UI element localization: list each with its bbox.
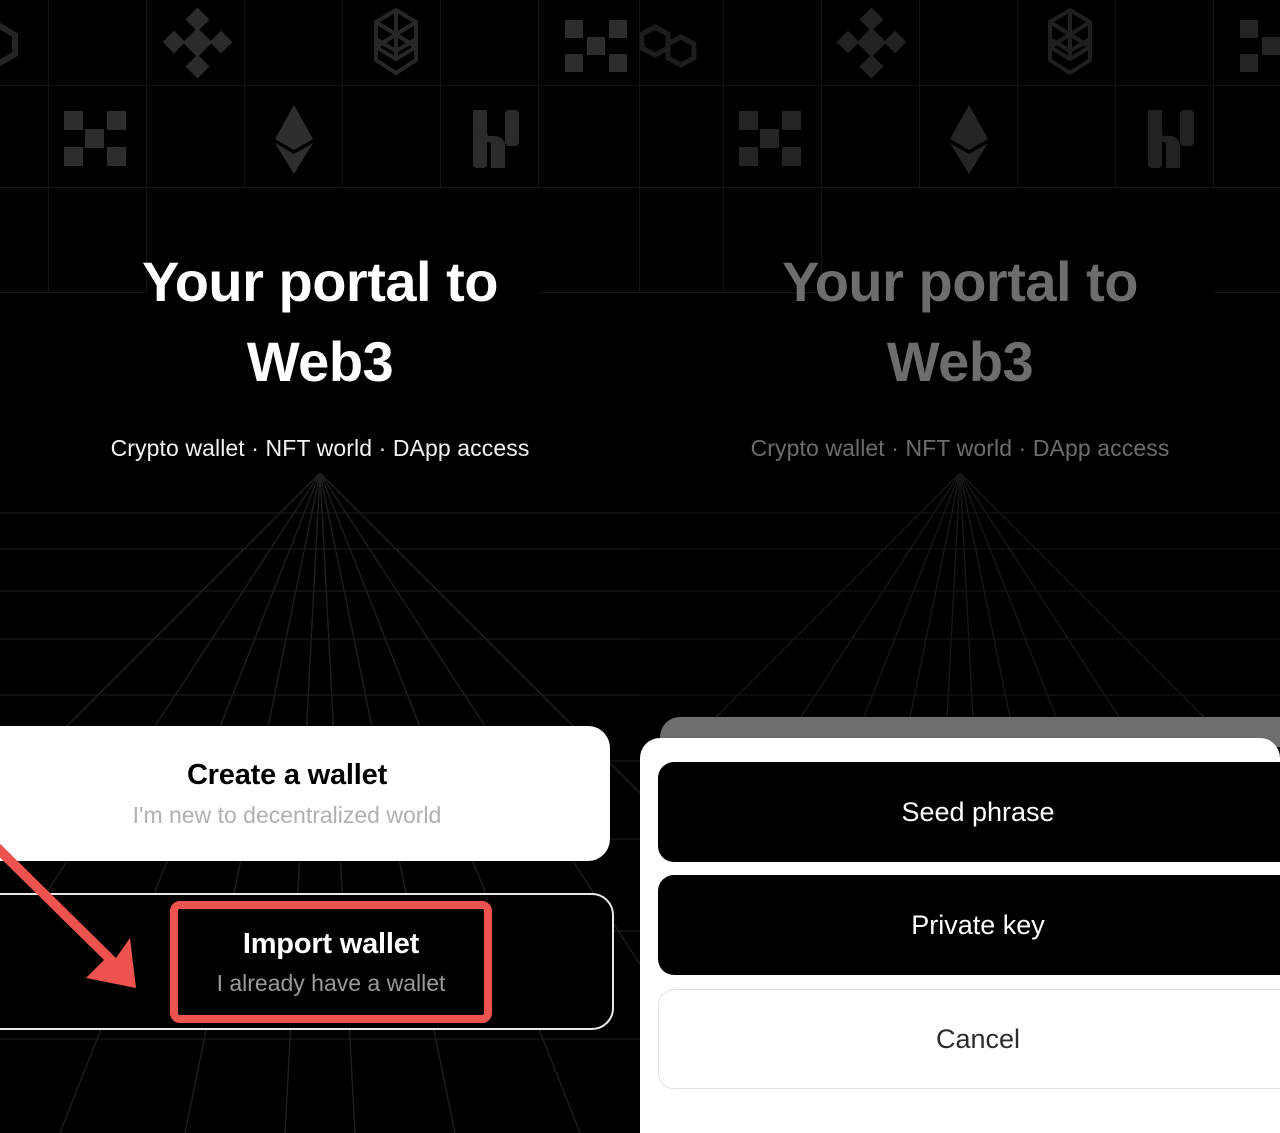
screen-onboarding: Your portal to Web3 Crypto wallet · NFT … xyxy=(0,0,640,1133)
okx-icon xyxy=(737,107,803,167)
okx-icon xyxy=(62,107,128,167)
arbitrum-icon xyxy=(465,106,527,172)
hero-section: Your portal to Web3 Crypto wallet · NFT … xyxy=(640,242,1280,462)
okx-icon xyxy=(1238,16,1280,74)
page-title: Your portal to Web3 xyxy=(142,250,498,393)
okx-icon xyxy=(563,16,629,74)
arbitrum-icon xyxy=(1140,106,1202,172)
hero-section: Your portal to Web3 Crypto wallet · NFT … xyxy=(0,242,640,462)
binance-icon xyxy=(836,7,906,79)
polygon-icon xyxy=(0,21,24,67)
page-title: Your portal to Web3 xyxy=(782,250,1138,393)
create-wallet-subtitle: I'm new to decentralized world xyxy=(132,801,442,828)
import-wallet-highlight[interactable]: Import wallet I already have a wallet xyxy=(170,901,492,1023)
binance-icon xyxy=(162,7,232,79)
hero-subtitle: Crypto wallet · NFT world · DApp access xyxy=(110,435,530,462)
cancel-button[interactable]: Cancel xyxy=(658,989,1280,1089)
import-method-action-sheet: Seed phrase Private key Cancel xyxy=(640,738,1280,1133)
import-wallet-title: Import wallet xyxy=(242,927,420,960)
screenshot-pair: Your portal to Web3 Crypto wallet · NFT … xyxy=(0,0,1280,1133)
seed-phrase-button[interactable]: Seed phrase xyxy=(658,762,1280,862)
fantom-icon xyxy=(1044,7,1096,81)
fantom-icon xyxy=(370,7,422,81)
create-wallet-title: Create a wallet xyxy=(186,758,388,791)
ethereum-icon xyxy=(268,103,320,177)
ethereum-icon xyxy=(943,103,995,177)
screen-import-options: Your portal to Web3 Crypto wallet · NFT … xyxy=(640,0,1280,1133)
import-wallet-subtitle: I already have a wallet xyxy=(216,969,446,996)
create-wallet-button[interactable]: Create a wallet I'm new to decentralized… xyxy=(0,726,610,861)
hero-subtitle: Crypto wallet · NFT world · DApp access xyxy=(750,435,1170,462)
private-key-button[interactable]: Private key xyxy=(658,875,1280,975)
polygon-icon xyxy=(640,21,705,69)
